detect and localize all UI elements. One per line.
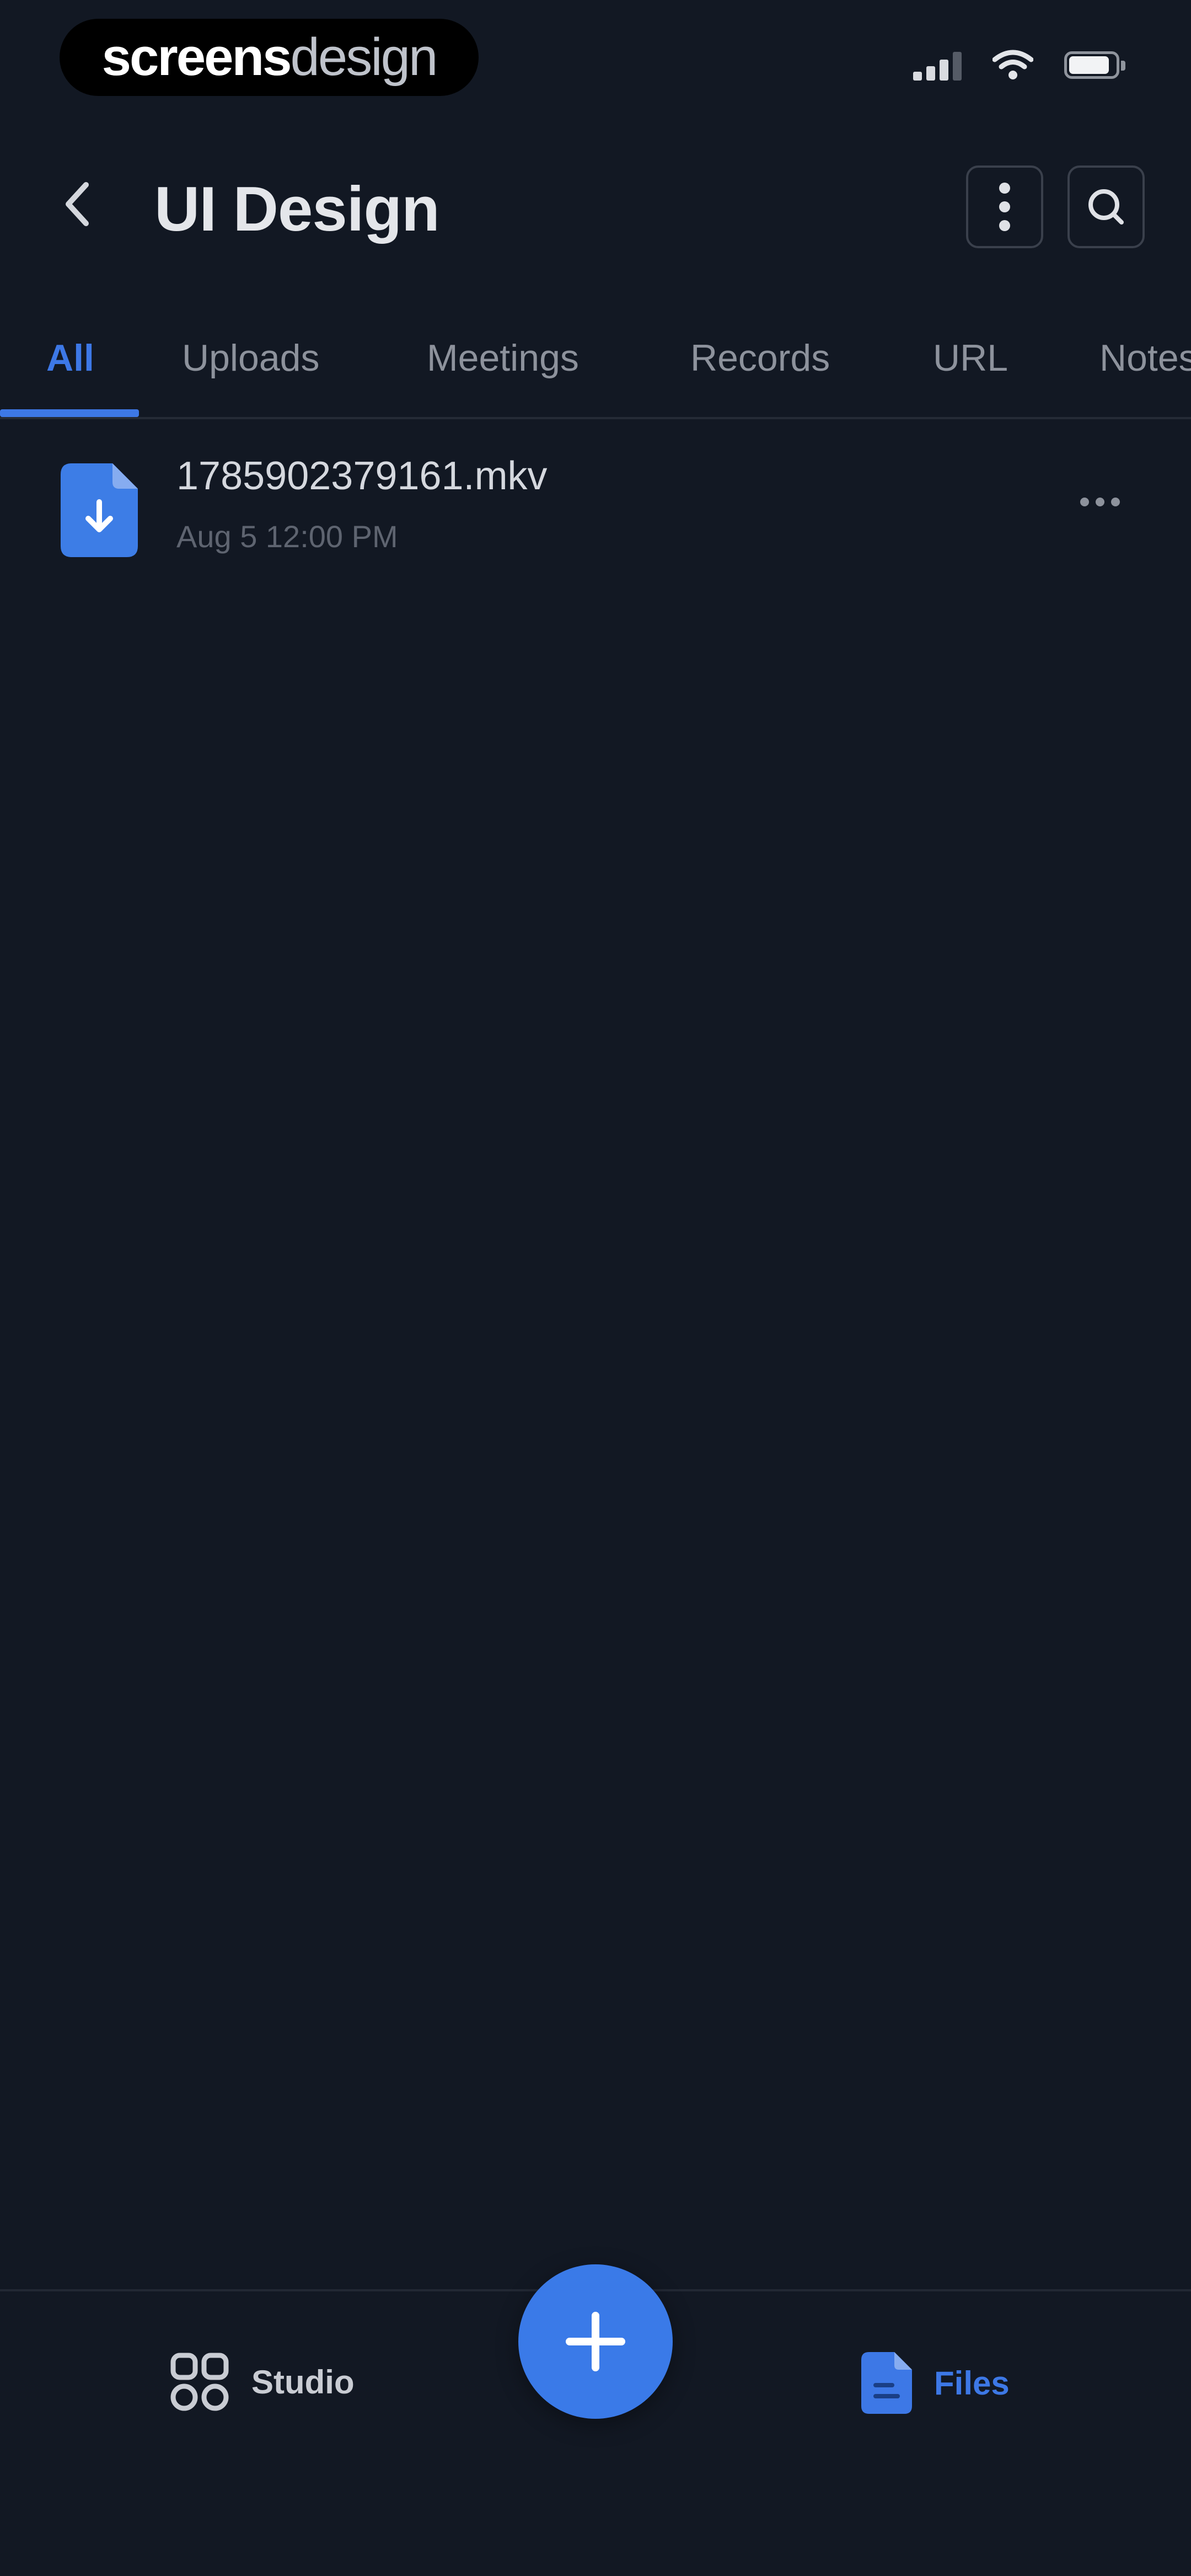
more-vertical-icon [999, 183, 1010, 231]
brand-logo-bold: screens [101, 28, 292, 87]
plus-icon [566, 2312, 625, 2371]
nav-studio[interactable]: Studio [170, 2352, 355, 2412]
status-bar: screens design [0, 0, 1191, 121]
tab-notes[interactable]: Notes [1099, 336, 1191, 380]
brand-logo: screens design [60, 19, 479, 96]
active-tab-indicator [0, 409, 139, 417]
brand-logo-light: design [290, 28, 438, 87]
signal-icon [913, 50, 962, 81]
file-name: 1785902379161.mkv [176, 454, 548, 498]
tab-meetings[interactable]: Meetings [427, 336, 579, 380]
file-more-button[interactable] [1070, 485, 1130, 519]
tab-uploads[interactable]: Uploads [182, 336, 320, 380]
search-icon [1088, 189, 1124, 225]
add-button[interactable] [518, 2264, 673, 2419]
nav-studio-label: Studio [251, 2363, 355, 2401]
search-button[interactable] [1067, 165, 1145, 248]
nav-files[interactable]: Files [861, 2352, 1010, 2414]
status-icons [913, 50, 1125, 81]
battery-icon [1064, 51, 1125, 79]
chevron-left-icon [66, 182, 89, 226]
page-title: UI Design [154, 174, 440, 244]
video-file-icon [61, 463, 138, 557]
files-icon [861, 2352, 912, 2414]
top-app-bar: UI Design [0, 149, 1191, 270]
more-options-button[interactable] [966, 165, 1043, 248]
filter-tabs: All Uploads Meetings Records URL Notes [0, 314, 1191, 419]
wifi-icon [993, 50, 1033, 79]
file-list-item[interactable]: 1785902379161.mkv Aug 5 12:00 PM [0, 441, 1191, 574]
file-date: Aug 5 12:00 PM [176, 519, 398, 554]
more-horizontal-icon [1080, 498, 1089, 506]
tab-all[interactable]: All [46, 336, 94, 380]
nav-files-label: Files [934, 2364, 1010, 2402]
tab-records[interactable]: Records [690, 336, 830, 380]
back-button[interactable] [50, 171, 105, 237]
tab-url[interactable]: URL [933, 336, 1008, 380]
studio-icon [170, 2353, 229, 2411]
